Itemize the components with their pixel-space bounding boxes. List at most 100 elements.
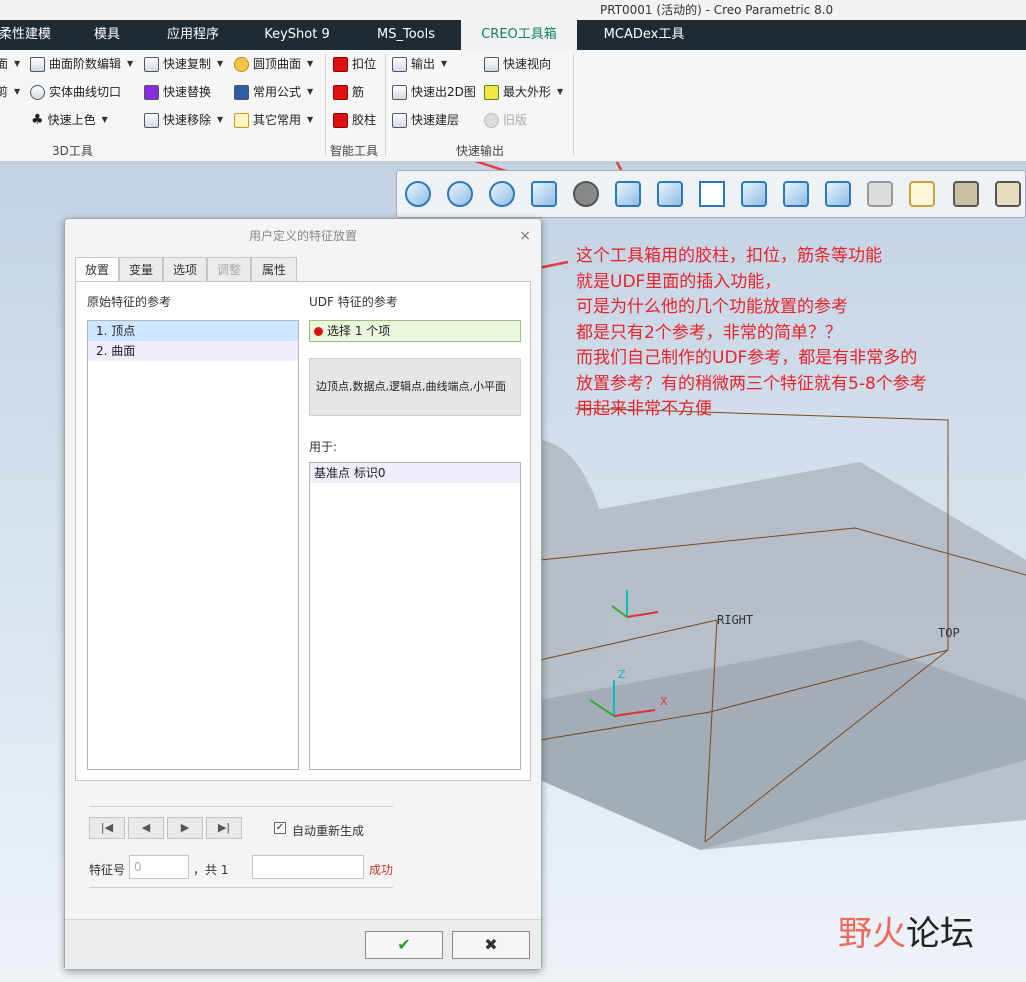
repaint-button[interactable] [527, 177, 561, 211]
feature-no-field[interactable]: 0 [129, 855, 189, 879]
ribbon-quick-view-button[interactable]: 快速视向 [484, 53, 551, 75]
ribbon-quick-remove-label: 快速移除 [163, 113, 212, 127]
tab-mcadex[interactable]: MCADex工具 [588, 20, 700, 50]
ribbon-legacy-label: 旧版 [503, 113, 528, 127]
ribbon-quick-drawing-button[interactable]: 快速出2D图 [392, 81, 476, 103]
orientation-icon [615, 181, 641, 207]
tab-creo-toolbox[interactable]: CREO工具箱 [461, 20, 577, 50]
ribbon-quick-color-button[interactable]: ♣ 快速上色 ▼ [31, 109, 108, 131]
drawing-icon [392, 84, 407, 100]
chevron-down-icon: ▼ [101, 115, 108, 124]
tab-mold[interactable]: 模具 [70, 20, 144, 50]
watermark-part-a: 野火 [838, 914, 906, 954]
next-button[interactable]: ▶ [167, 817, 203, 839]
perspective-button[interactable] [737, 177, 771, 211]
boss-icon [333, 112, 348, 128]
ribbon-quick-replace-button[interactable]: 快速替换 [144, 81, 211, 103]
dialog-title: 用户定义的特征放置 [248, 229, 357, 243]
ribbon-trim-item[interactable]: 剪 ▼ [0, 81, 20, 103]
views-button[interactable] [653, 177, 687, 211]
view-manager-button[interactable] [695, 177, 729, 211]
annotation-line: 用起来非常不方便 [576, 399, 712, 419]
ribbon-tabbar: 柔性建模 模具 应用程序 KeyShot 9 MS_Tools CREO工具箱 … [0, 20, 1026, 50]
ribbon-quick-drawing-label: 快速出2D图 [411, 85, 476, 99]
tab-options[interactable]: 选项 [163, 257, 207, 281]
zoom-out-button[interactable] [485, 177, 519, 211]
ribbon-legacy-button[interactable]: 旧版 [484, 109, 527, 131]
ribbon-snap-button[interactable]: 扣位 [333, 53, 376, 75]
ribbon-panel: 面 ▼ 剪 ▼ 曲面阶数编辑 ▼ 实体曲线切口 ♣ 快速上色 ▼ 快速复制 ▼ 快速替换 … [0, 50, 1026, 162]
ribbon-group-smart-tools: 智能工具 [330, 144, 379, 158]
annotation-line: 可是为什么他的几个功能放置的参考 [576, 297, 848, 317]
watermark-part-b: 论坛 [906, 914, 974, 954]
ribbon-surface-item[interactable]: 面 ▼ [0, 53, 20, 75]
used-for-list: 基准点 标识0 [309, 462, 521, 770]
ribbon-other-common-label: 其它常用 [253, 113, 302, 127]
chevron-down-icon: ▼ [307, 115, 314, 124]
ribbon-quick-remove-button[interactable]: 快速移除 ▼ [144, 109, 223, 131]
ribbon-boss-button[interactable]: 胶柱 [333, 109, 376, 131]
ribbon-surface-degree-button[interactable]: 曲面阶数编辑 ▼ [30, 53, 133, 75]
chevron-down-icon: ▼ [307, 59, 314, 68]
ribbon-export-button[interactable]: 输出 ▼ [392, 53, 447, 75]
refit-button[interactable] [401, 177, 435, 211]
chevron-down-icon: ▼ [441, 59, 448, 68]
ribbon-curve-cut-button[interactable]: 实体曲线切口 [30, 81, 121, 103]
original-refs-header: 原始特征的参考 [87, 295, 172, 309]
list-item[interactable]: 2. 曲面 [88, 341, 298, 361]
tab-ms-tools[interactable]: MS_Tools [358, 20, 454, 50]
ribbon-quick-copy-button[interactable]: 快速复制 ▼ [144, 53, 223, 75]
tab-variables[interactable]: 变量 [119, 257, 163, 281]
tab-keyshot[interactable]: KeyShot 9 [248, 20, 346, 50]
tab-properties[interactable]: 属性 [251, 257, 297, 281]
annotation-display-button[interactable] [863, 177, 897, 211]
ribbon-snap-label: 扣位 [352, 57, 377, 71]
annotation-line: 就是UDF里面的插入功能， [576, 271, 782, 292]
saved-orientations-button[interactable] [611, 177, 645, 211]
cancel-button[interactable]: ✖ [452, 931, 530, 959]
display-style-button[interactable] [569, 177, 603, 211]
divider [89, 806, 393, 807]
plane-display-icon [953, 181, 979, 207]
ribbon-other-common-button[interactable]: 其它常用 ▼ [234, 109, 313, 131]
feature-total-label: ，共 1 [193, 863, 229, 877]
tab-applications[interactable]: 应用程序 [150, 20, 236, 50]
list-item[interactable]: 基准点 标识0 [310, 463, 520, 483]
ribbon-rib-button[interactable]: 筋 [333, 81, 364, 103]
copy-icon [144, 56, 159, 72]
used-for-label: 用于: [309, 440, 338, 454]
ok-button[interactable]: ✔ [365, 931, 443, 959]
datum-label-right: RIGHT [717, 613, 753, 627]
list-item[interactable]: 1. 顶点 [88, 321, 298, 341]
auto-regen-checkbox[interactable]: ✓ [274, 822, 286, 834]
tab-placement[interactable]: 放置 [75, 257, 119, 282]
prev-button[interactable]: ◀ [128, 817, 164, 839]
axis-display-button[interactable] [991, 177, 1025, 211]
ribbon-max-shape-button[interactable]: 最大外形 ▼ [484, 81, 563, 103]
udf-ref-collector[interactable]: 选择 1 个项 [309, 320, 521, 342]
plane-display-button[interactable] [949, 177, 983, 211]
color-icon: ♣ [31, 112, 44, 128]
legacy-icon [484, 112, 499, 128]
axis-z-label: Z [618, 668, 626, 681]
datum-csys-display-button[interactable] [905, 177, 939, 211]
spin-center-button[interactable] [821, 177, 855, 211]
layer-icon [392, 112, 407, 128]
first-button[interactable]: |◀ [89, 817, 125, 839]
ribbon-formula-label: 常用公式 [253, 85, 302, 99]
section-button[interactable] [779, 177, 813, 211]
ribbon-quick-layer-button[interactable]: 快速建层 [392, 109, 459, 131]
ribbon-separator [325, 54, 326, 156]
last-button[interactable]: ▶| [206, 817, 242, 839]
bounding-icon [484, 84, 499, 100]
zoom-in-button[interactable] [443, 177, 477, 211]
close-icon[interactable]: × [519, 219, 531, 253]
tab-flexible-modeling[interactable]: 柔性建模 [0, 20, 60, 50]
ribbon-dome-surface-button[interactable]: 圆顶曲面 ▼ [234, 53, 313, 75]
ribbon-group-3d-tools: 3D工具 [52, 144, 93, 158]
ribbon-formula-button[interactable]: 常用公式 ▼ [234, 81, 313, 103]
tab-adjust[interactable]: 调整 [207, 257, 251, 281]
feature-name-field[interactable] [252, 855, 364, 879]
status-text: 成功 [369, 863, 394, 877]
ribbon-boss-label: 胶柱 [352, 113, 377, 127]
